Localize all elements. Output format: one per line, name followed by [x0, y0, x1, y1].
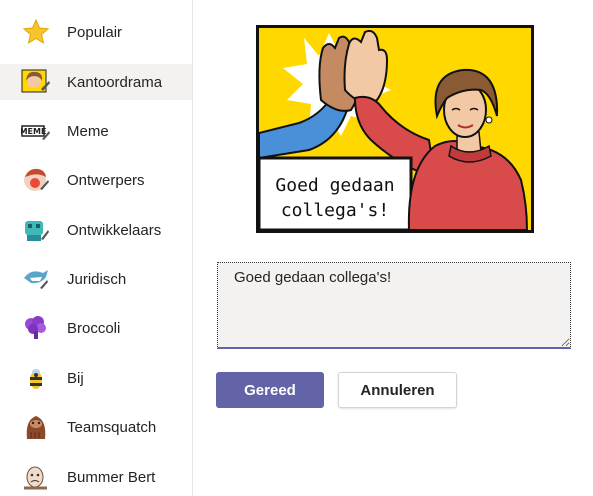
cancel-button[interactable]: Annuleren	[338, 372, 457, 408]
comic-caption-line-1: Goed gedaan	[275, 175, 394, 196]
bigfoot-sticker-icon	[21, 412, 51, 442]
comic-caption-line-2: collega's!	[281, 200, 389, 221]
designer-sticker-icon	[21, 165, 51, 195]
star-icon	[21, 17, 51, 47]
sidebar-item-label: Populair	[67, 23, 123, 41]
sticker-category-sidebar: Populair Kantoordrama MEME Meme Ontwerpe…	[0, 0, 193, 496]
high-five-comic-image: Goed gedaan collega's!	[259, 28, 531, 230]
sidebar-item-ontwikkelaars[interactable]: Ontwikkelaars	[0, 212, 192, 248]
sidebar-item-meme[interactable]: MEME Meme	[0, 113, 192, 149]
broccoli-sticker-icon	[21, 313, 51, 343]
sidebar-item-broccoli[interactable]: Broccoli	[0, 310, 192, 346]
sticker-caption-input[interactable]: Goed gedaan collega's!	[217, 262, 571, 349]
sidebar-item-juridisch[interactable]: Juridisch	[0, 261, 192, 297]
sidebar-item-label: Broccoli	[67, 319, 121, 337]
sidebar-item-label: Meme	[67, 122, 109, 140]
sticker-preview: Goed gedaan collega's!	[256, 25, 534, 233]
sidebar-item-label: Bij	[67, 369, 84, 387]
sidebar-item-populair[interactable]: Populair	[0, 14, 192, 50]
sidebar-item-teamsquatch[interactable]: Teamsquatch	[0, 409, 192, 445]
sidebar-item-ontwerpers[interactable]: Ontwerpers	[0, 162, 192, 198]
sidebar-item-bummer-bert[interactable]: Bummer Bert	[0, 459, 192, 495]
developer-sticker-icon	[21, 215, 51, 245]
sidebar-item-bij[interactable]: Bij	[0, 360, 192, 396]
sidebar-item-label: Kantoordrama	[67, 73, 163, 91]
meme-icon: MEME	[21, 116, 51, 146]
sidebar-item-label: Bummer Bert	[67, 468, 156, 486]
sidebar-item-label: Teamsquatch	[67, 418, 157, 436]
woman-sticker-icon	[21, 67, 51, 97]
svg-text:MEME: MEME	[21, 127, 46, 136]
sidebar-item-label: Juridisch	[67, 270, 127, 288]
shark-sticker-icon	[21, 264, 51, 294]
done-button[interactable]: Gereed	[216, 372, 324, 408]
sidebar-item-label: Ontwikkelaars	[67, 221, 162, 239]
sidebar-item-label: Ontwerpers	[67, 171, 145, 189]
bee-sticker-icon	[21, 363, 51, 393]
bert-sticker-icon	[21, 462, 51, 492]
sidebar-item-kantoordrama[interactable]: Kantoordrama	[0, 64, 192, 100]
